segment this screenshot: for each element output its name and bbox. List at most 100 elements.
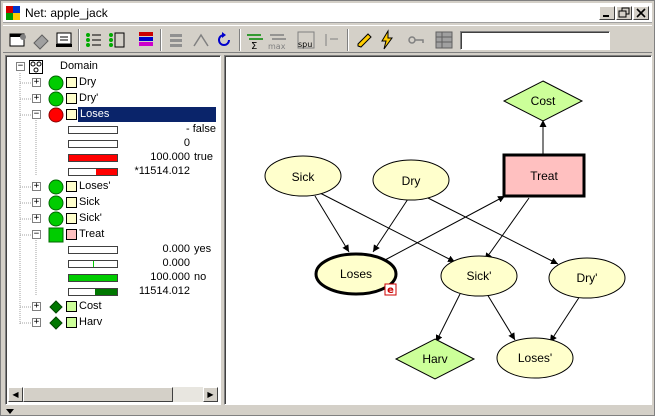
palette-button[interactable] xyxy=(135,29,157,51)
restore-icon xyxy=(618,7,630,18)
resize-arrow-icon xyxy=(6,409,14,414)
table-grid-button[interactable] xyxy=(433,29,455,51)
tree-item-cost[interactable]: Cost xyxy=(79,300,102,312)
key-button[interactable] xyxy=(405,29,427,51)
tree-item-dry[interactable]: Dry xyxy=(79,76,96,88)
expander-dry[interactable]: + xyxy=(32,78,41,87)
graph-node-sick2[interactable]: Sick' xyxy=(440,255,518,297)
network-graph: Sick Dry Treat Cost Loses e Sick' Dry' H… xyxy=(264,80,626,380)
window-title: Net: apple_jack xyxy=(25,6,108,20)
state-label: true xyxy=(194,151,213,163)
tree-item-treat[interactable]: Treat xyxy=(79,228,104,240)
list-order-button[interactable] xyxy=(83,29,105,51)
horizontal-scrollbar[interactable]: ◀ ▶ xyxy=(8,387,218,402)
status-bar xyxy=(3,407,652,415)
notebook-button[interactable] xyxy=(53,29,75,51)
domain-icon xyxy=(29,60,43,74)
eraser-icon xyxy=(33,34,49,50)
expander-cost[interactable]: + xyxy=(32,302,41,311)
lightning-button[interactable] xyxy=(376,29,398,51)
svg-text:Dry: Dry xyxy=(402,174,421,188)
chance-node-icon xyxy=(48,91,64,107)
spu-button[interactable]: spu xyxy=(295,29,317,51)
tree-item-loses: Loses xyxy=(80,108,110,120)
edge-sick-sick2 xyxy=(319,192,456,263)
graph-node-cost[interactable]: Cost xyxy=(502,80,584,122)
disconnect-icon xyxy=(193,33,209,47)
edge-dry-dry2 xyxy=(427,197,559,265)
notebook-icon xyxy=(56,32,72,47)
edge-sick2-harv xyxy=(435,293,461,343)
properties-button[interactable] xyxy=(7,29,29,51)
edge-dry-loses xyxy=(372,198,409,253)
chance-color-swatch xyxy=(66,93,77,104)
graph-node-dry2[interactable]: Dry' xyxy=(548,257,626,299)
expander-sick2[interactable]: + xyxy=(32,214,41,223)
tree-item-loses2[interactable]: Loses' xyxy=(79,180,110,192)
spu-icon: spu xyxy=(297,31,315,49)
node-list-button[interactable] xyxy=(106,29,128,51)
eraser-button[interactable] xyxy=(30,29,52,51)
toolbar-input[interactable] xyxy=(460,31,610,50)
svg-text:Sick': Sick' xyxy=(467,269,492,283)
expander-harv[interactable]: + xyxy=(32,318,41,327)
chance-node-icon xyxy=(48,75,64,91)
state-value: 0.000 xyxy=(162,257,190,269)
scroll-thumb[interactable] xyxy=(23,387,173,402)
expander-dry2[interactable]: + xyxy=(32,94,41,103)
graph-node-treat[interactable]: Treat xyxy=(502,153,586,198)
lightning-icon xyxy=(381,29,393,50)
edge-dry2-loses2 xyxy=(549,295,581,343)
expander-treat[interactable]: − xyxy=(32,230,41,239)
expander-loses2[interactable]: + xyxy=(32,182,41,191)
undo-button[interactable] xyxy=(213,29,235,51)
state-value: 0.000 xyxy=(162,243,190,255)
edge-sick-loses xyxy=(314,195,350,253)
chance-node-icon xyxy=(48,195,64,211)
tree-item-sick[interactable]: Sick xyxy=(79,196,100,208)
network-graph-pane[interactable]: Sick Dry Treat Cost Loses e Sick' Dry' H… xyxy=(224,55,652,405)
graph-node-dry[interactable]: Dry xyxy=(372,159,450,201)
decision-color-swatch xyxy=(66,229,77,240)
app-window: Net: apple_jack Σ max spu − Domain + Dry… xyxy=(0,0,655,416)
chance-node-icon xyxy=(48,179,64,195)
tree-item-sick2[interactable]: Sick' xyxy=(79,212,102,224)
chance-color-swatch xyxy=(66,77,77,88)
scroll-left-button[interactable]: ◀ xyxy=(8,387,23,402)
minimize-button[interactable] xyxy=(599,6,615,20)
undo-icon xyxy=(218,32,230,46)
tree-item-harv[interactable]: Harv xyxy=(79,316,102,328)
disconnect-button[interactable] xyxy=(190,29,212,51)
tree-item-dry2[interactable]: Dry' xyxy=(79,92,98,104)
svg-text:Treat: Treat xyxy=(530,169,558,183)
graph-node-loses2[interactable]: Loses' xyxy=(496,337,574,379)
max-propagate-icon: max xyxy=(268,34,286,51)
sum-propagate-button[interactable]: Σ xyxy=(244,29,266,51)
max-propagate-button[interactable]: max xyxy=(267,29,289,51)
svg-text:Sick: Sick xyxy=(292,170,316,184)
graph-edges xyxy=(314,120,581,343)
node-tree-pane[interactable]: − Domain + Dry + Dry' − Loses - false 0 … xyxy=(5,55,221,405)
analysis-button[interactable] xyxy=(321,29,343,51)
restore-button[interactable] xyxy=(616,6,632,20)
align-button[interactable] xyxy=(165,29,187,51)
analysis-icon xyxy=(325,34,338,46)
expander-sick[interactable]: + xyxy=(32,198,41,207)
domain-expander[interactable]: − xyxy=(16,62,25,71)
graph-node-loses[interactable]: Loses xyxy=(314,252,398,296)
utility-color-swatch xyxy=(66,301,77,312)
graph-node-harv[interactable]: Harv xyxy=(394,338,476,380)
toolbar: Σ max spu xyxy=(3,25,652,53)
graph-node-sick[interactable]: Sick xyxy=(264,155,342,197)
scroll-right-button[interactable]: ▶ xyxy=(203,387,218,402)
tree-item-loses-selected[interactable]: Loses xyxy=(78,107,216,122)
expander-loses[interactable]: − xyxy=(32,110,41,119)
close-button[interactable] xyxy=(633,6,649,20)
svg-text:Loses': Loses' xyxy=(518,351,552,365)
svg-text:spu: spu xyxy=(298,40,312,49)
state-value: - false xyxy=(186,123,216,135)
pencil-button[interactable] xyxy=(353,29,375,51)
evidence-badge-icon: e xyxy=(384,283,397,296)
state-value: 100.000 xyxy=(150,271,190,283)
state-value: 11514.012 xyxy=(138,285,190,297)
